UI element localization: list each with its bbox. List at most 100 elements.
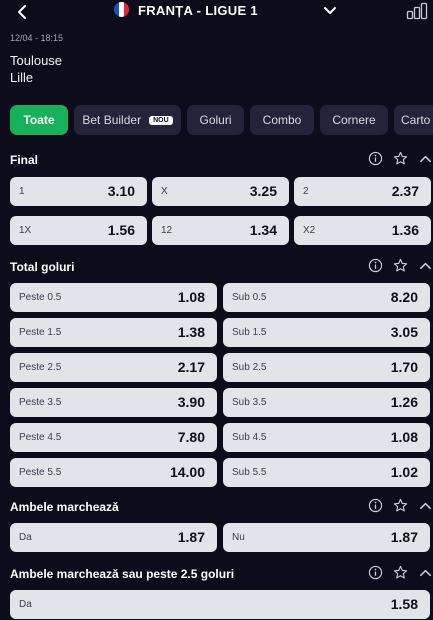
odd-value: 1.58: [390, 596, 418, 612]
odd-label: 12: [161, 225, 173, 236]
tab-label: Goluri: [199, 113, 232, 127]
section-title-btts: Ambele marchează: [10, 500, 119, 514]
star-icon[interactable]: [393, 498, 408, 513]
tab-cartonase[interactable]: Carto: [394, 105, 433, 135]
odd-value: 3.05: [390, 324, 418, 340]
odd-label: Peste 3.5: [19, 397, 62, 408]
odd-button[interactable]: Peste 0.5 1.08: [10, 283, 217, 312]
odd-value: 1.26: [390, 394, 418, 410]
section-title-btts-over: Ambele marchează sau peste 2.5 goluri: [10, 567, 235, 581]
odd-value: 1.36: [391, 222, 419, 238]
tab-goluri[interactable]: Goluri: [187, 105, 244, 135]
tab-toate[interactable]: Toate: [10, 105, 68, 135]
bar-chart-icon[interactable]: [406, 2, 428, 20]
odd-label: Da: [19, 599, 32, 610]
odd-label: Sub 4.5: [232, 432, 267, 443]
odd-label: X2: [303, 225, 316, 236]
odd-label: Peste 4.5: [19, 432, 62, 443]
section-actions: [368, 258, 433, 276]
odd-label: X: [161, 186, 168, 197]
odd-button[interactable]: Sub 2.5 1.70: [223, 353, 430, 382]
odd-value: 1.56: [107, 222, 135, 238]
odd-button[interactable]: 12 1.34: [152, 216, 289, 245]
odd-value: 2.37: [391, 183, 419, 199]
tab-label: Combo: [262, 113, 302, 127]
odd-value: 1.87: [177, 529, 205, 545]
league-title[interactable]: FRANȚA - LIGUE 1: [138, 3, 258, 18]
odd-label: Sub 5.5: [232, 467, 267, 478]
section-title-total-goals: Total goluri: [10, 260, 75, 274]
tab-combo[interactable]: Combo: [250, 105, 314, 135]
odd-label: Sub 2.5: [232, 362, 267, 373]
new-badge: NOU: [149, 115, 173, 125]
odd-label: 1X: [19, 225, 32, 236]
away-team: Lille: [10, 70, 34, 85]
info-icon[interactable]: [368, 565, 383, 580]
star-icon[interactable]: [393, 151, 408, 166]
info-icon[interactable]: [368, 498, 383, 513]
odd-value: 3.90: [177, 394, 205, 410]
section-actions: [368, 151, 433, 169]
tab-label: Toate: [23, 113, 55, 127]
odd-label: Sub 3.5: [232, 397, 267, 408]
odd-label: Sub 1.5: [232, 327, 267, 338]
odd-value: 1.70: [390, 359, 418, 375]
odd-value: 1.87: [390, 529, 418, 545]
odd-label: Peste 0.5: [19, 292, 62, 303]
odd-button[interactable]: X2 1.36: [294, 216, 431, 245]
section-title-final: Final: [10, 153, 39, 167]
odd-button[interactable]: Sub 0.5 8.20: [223, 283, 430, 312]
chevron-up-icon[interactable]: [418, 258, 433, 273]
odd-button[interactable]: Sub 5.5 1.02: [223, 458, 430, 487]
odd-label: Nu: [232, 532, 245, 543]
odd-value: 1.08: [177, 289, 205, 305]
odd-value: 3.10: [107, 183, 135, 199]
odd-value: 2.17: [177, 359, 205, 375]
tab-label: Bet Builder: [82, 113, 142, 127]
odd-value: 8.20: [390, 289, 418, 305]
star-icon[interactable]: [393, 565, 408, 580]
chevron-up-icon[interactable]: [418, 151, 433, 166]
odd-label: Peste 1.5: [19, 327, 62, 338]
odd-button[interactable]: 1X 1.56: [10, 216, 147, 245]
odd-button[interactable]: Peste 2.5 2.17: [10, 353, 217, 382]
section-actions: [368, 565, 433, 583]
tab-label: Cornere: [332, 113, 376, 127]
odd-button[interactable]: Nu 1.87: [223, 523, 430, 552]
odd-button[interactable]: Peste 4.5 7.80: [10, 423, 217, 452]
odd-value: 1.38: [177, 324, 205, 340]
odd-button[interactable]: Peste 1.5 1.38: [10, 318, 217, 347]
odd-button[interactable]: Sub 3.5 1.26: [223, 388, 430, 417]
odd-button[interactable]: 1 3.10: [10, 177, 147, 206]
odd-value: 1.34: [249, 222, 277, 238]
tab-label: Carto: [401, 113, 431, 127]
info-icon[interactable]: [368, 258, 383, 273]
section-actions: [368, 498, 433, 516]
odd-label: 1: [19, 186, 25, 197]
chevron-up-icon[interactable]: [418, 498, 433, 513]
chevron-left-icon[interactable]: [14, 2, 32, 22]
chevron-down-icon[interactable]: [322, 5, 338, 17]
odd-button[interactable]: X 3.25: [152, 177, 289, 206]
odd-button[interactable]: Peste 5.5 14.00: [10, 458, 217, 487]
odd-button[interactable]: 2 2.37: [294, 177, 431, 206]
odd-button[interactable]: Sub 4.5 1.08: [223, 423, 430, 452]
flag-stripe-red: [124, 2, 129, 17]
chevron-up-icon[interactable]: [418, 565, 433, 580]
odd-button[interactable]: Da 1.58: [10, 590, 430, 619]
match-date: 12/04 - 18:15: [10, 33, 64, 43]
odd-label: Peste 5.5: [19, 467, 62, 478]
tab-bet-builder[interactable]: Bet Builder NOU: [74, 105, 181, 135]
odd-value: 1.08: [390, 429, 418, 445]
odd-label: Peste 2.5: [19, 362, 62, 373]
star-icon[interactable]: [393, 258, 408, 273]
odd-label: 2: [303, 186, 309, 197]
odd-label: Sub 0.5: [232, 292, 267, 303]
odd-button[interactable]: Peste 3.5 3.90: [10, 388, 217, 417]
odd-value: 7.80: [177, 429, 205, 445]
info-icon[interactable]: [368, 151, 383, 166]
tab-cornere[interactable]: Cornere: [320, 105, 388, 135]
odd-button[interactable]: Da 1.87: [10, 523, 217, 552]
odd-value: 14.00: [169, 464, 205, 480]
odd-button[interactable]: Sub 1.5 3.05: [223, 318, 430, 347]
